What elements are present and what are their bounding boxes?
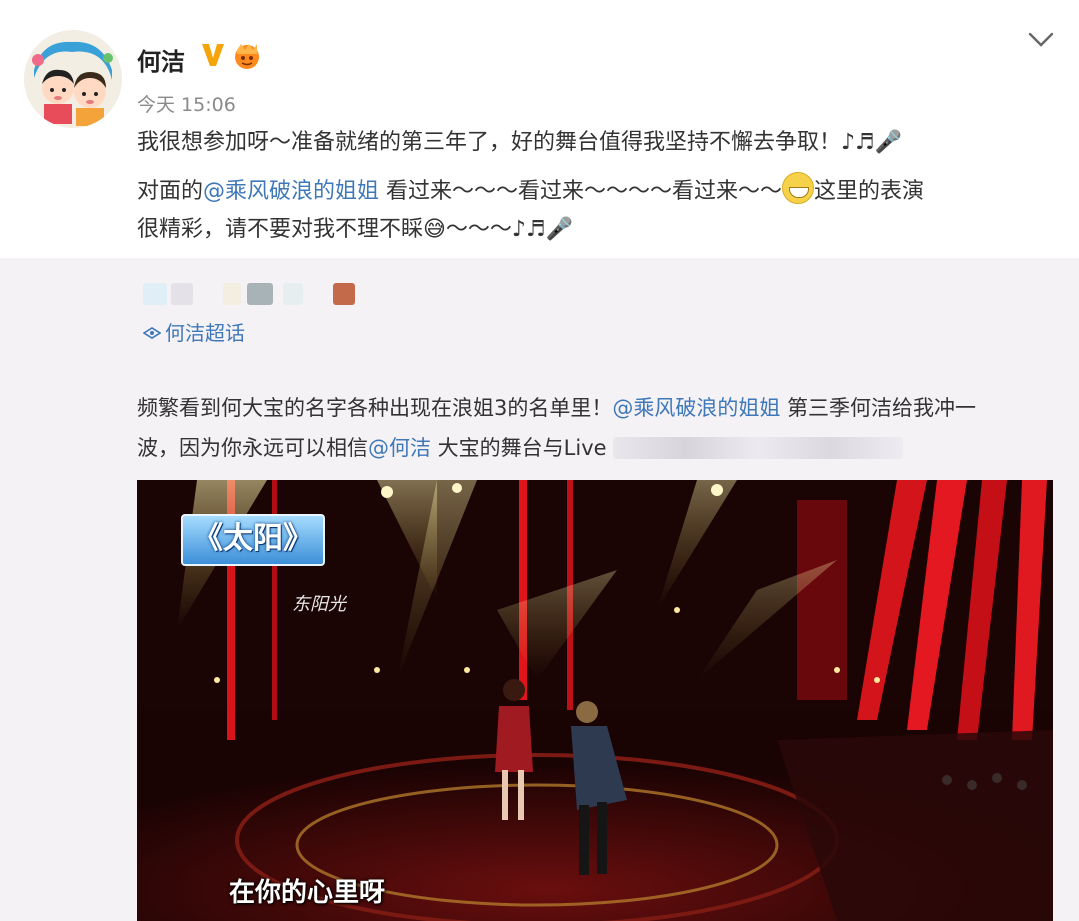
sponsor-watermark: 东阳光 (292, 594, 346, 615)
post-text-line-2: 对面的@乘风破浪的姐姐 看过来～～～看过来～～～～看过来～～ 这里的表演 (137, 172, 924, 207)
grin-emoji-icon (782, 172, 815, 204)
blurred-username (143, 283, 363, 305)
post-text-segment: 对面的 (137, 179, 204, 204)
lyric-subtitle: 在你的心里呀 (229, 878, 386, 908)
diamond-eye-icon (143, 327, 161, 339)
repost-text-segment: 频繁看到何大宝的名字各种出现在浪姐3的名单里！ (137, 396, 613, 420)
mention-link[interactable]: @乘风破浪的姐姐 (203, 179, 379, 204)
video-thumbnail[interactable]: 《太阳》 东阳光 在你的心里呀 (137, 480, 1053, 921)
song-title-caption: 《太阳》 (181, 514, 325, 566)
repost-text-segment: 第三季何洁给我冲一 (780, 396, 977, 420)
mention-link[interactable]: @何洁 (368, 436, 431, 460)
chevron-down-icon[interactable] (1028, 32, 1054, 48)
repost-text-segment: 波，因为你永远可以相信 (137, 436, 368, 460)
author-avatar[interactable] (24, 30, 122, 128)
mention-link[interactable]: @乘风破浪的姐姐 (612, 396, 780, 420)
repost-text-line-2: 波，因为你永远可以相信@何洁 大宝的舞台与Live (137, 433, 904, 463)
member-rank-icon (235, 44, 259, 69)
author-name[interactable]: 何洁 (137, 42, 185, 77)
post-text-segment: 看过来～～～看过来～～～～看过来～～ (379, 179, 783, 204)
post-text-line-3: 很精彩，请不要对我不理不睬😅～～～♪♬🎤 (137, 217, 574, 242)
repost-text-line-1: 频繁看到何大宝的名字各种出现在浪姐3的名单里！@乘风破浪的姐姐 第三季何洁给我冲… (137, 393, 976, 423)
post-text-segment: 这里的表演 (814, 179, 925, 204)
post-text-line-1: 我很想参加呀～准备就绪的第三年了，好的舞台值得我坚持不懈去争取！♪♬🎤 (137, 130, 903, 155)
post-timestamp: 今天 15:06 (137, 94, 236, 116)
blurred-text (613, 437, 904, 459)
super-topic-link[interactable]: 何洁超话 (143, 317, 245, 346)
verified-v-icon (202, 44, 224, 66)
super-topic-label: 何洁超话 (165, 321, 245, 345)
repost-text-segment: 大宝的舞台与Live (431, 436, 607, 460)
